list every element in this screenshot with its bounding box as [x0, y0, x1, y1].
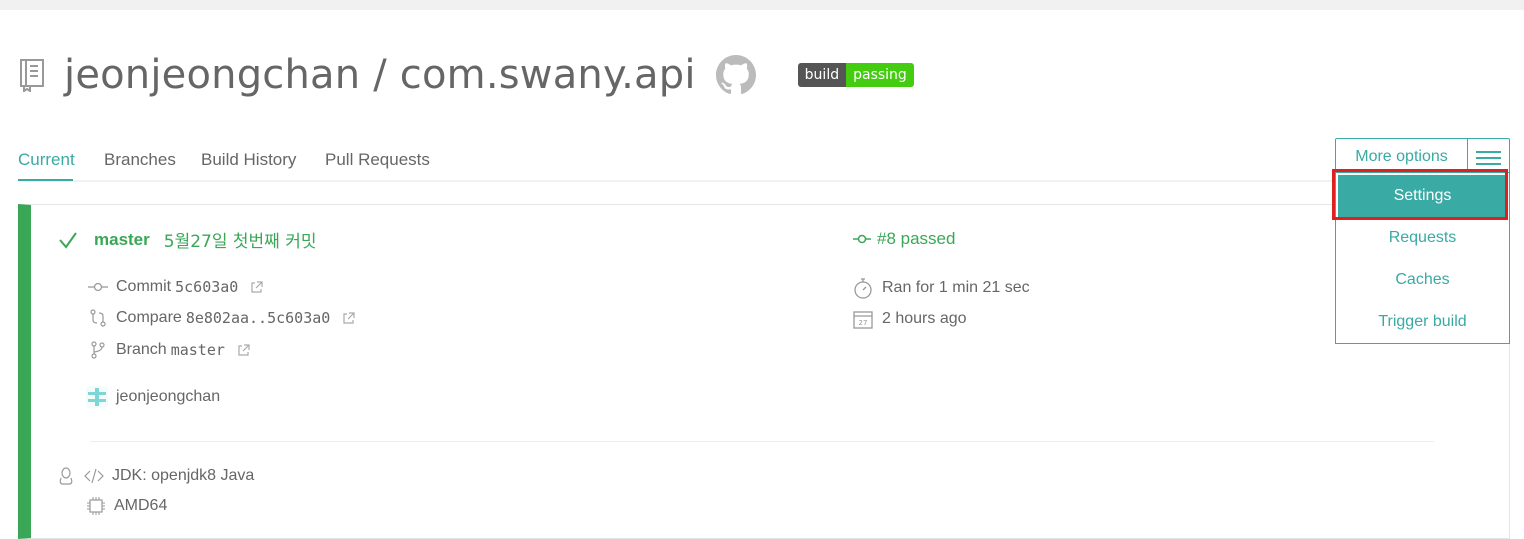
- tab-bar: Current Branches Build History Pull Requ…: [18, 140, 1510, 182]
- branch-row: Branch master: [88, 340, 250, 360]
- commit-hash-link[interactable]: 5c603a0: [175, 278, 238, 296]
- repo-header: jeonjeongchan / com.swany.api build pass…: [18, 50, 914, 100]
- repository-icon: [18, 58, 46, 93]
- badge-label: build: [797, 63, 847, 87]
- finished-time: 2 hours ago: [882, 310, 967, 327]
- commit-label: Commit: [116, 278, 172, 295]
- author-name: jeonjeongchan: [116, 388, 221, 405]
- compare-range-link[interactable]: 8e802aa..5c603a0: [186, 309, 331, 327]
- build-status-badge[interactable]: build passing: [797, 63, 914, 87]
- jdk-info: JDK: openjdk8 Java: [112, 467, 255, 484]
- check-icon: [59, 231, 77, 249]
- github-icon[interactable]: [715, 55, 756, 95]
- author-row: jeonjeongchan: [86, 386, 220, 408]
- cpu-icon: [87, 497, 105, 515]
- stopwatch-icon: [854, 278, 872, 299]
- code-icon: [84, 468, 104, 484]
- commit-icon: [88, 282, 108, 292]
- linux-icon: [59, 467, 73, 485]
- branch-icon: [91, 341, 105, 359]
- branch-label: Branch: [116, 341, 167, 358]
- arch-row: AMD64: [86, 496, 167, 516]
- build-duration: Ran for 1 min 21 sec: [882, 279, 1030, 296]
- menu-item-caches[interactable]: Caches: [1336, 271, 1509, 289]
- compare-row: Compare 8e802aa..5c603a0: [88, 308, 355, 328]
- menu-item-trigger-build[interactable]: Trigger build: [1336, 313, 1509, 331]
- tab-build-history[interactable]: Build History: [201, 150, 296, 170]
- top-bar: [0, 0, 1524, 10]
- settings-highlight-box: [1332, 169, 1508, 220]
- arch-info: AMD64: [114, 497, 168, 514]
- branch-value-link[interactable]: master: [171, 341, 225, 359]
- external-link-icon[interactable]: [342, 311, 355, 325]
- current-build-card: master 5월27일 첫번째 커밋 #8 passed Commit 5c6…: [18, 204, 1510, 539]
- menu-item-requests[interactable]: Requests: [1336, 229, 1509, 247]
- avatar: [86, 386, 108, 408]
- build-title-row: master 5월27일 첫번째 커밋: [58, 227, 317, 252]
- build-number-status[interactable]: #8 passed: [853, 229, 955, 249]
- svg-text:27: 27: [859, 319, 868, 327]
- commit-row: Commit 5c603a0: [88, 277, 263, 297]
- card-divider: [90, 441, 1434, 442]
- build-commit-icon: [853, 234, 871, 244]
- tab-current[interactable]: Current: [18, 150, 75, 170]
- repo-title: jeonjeongchan / com.swany.api: [64, 52, 696, 98]
- branch-name-link[interactable]: master: [94, 230, 150, 250]
- external-link-icon[interactable]: [250, 280, 263, 294]
- duration-row: Ran for 1 min 21 sec: [852, 277, 1030, 299]
- jdk-row: JDK: openjdk8 Java: [56, 466, 254, 486]
- tab-pull-requests[interactable]: Pull Requests: [325, 150, 430, 170]
- calendar-icon: 27: [853, 311, 873, 329]
- commit-message: 5월27일 첫번째 커밋: [163, 232, 317, 252]
- active-tab-indicator: [18, 179, 73, 181]
- compare-icon: [90, 309, 106, 327]
- badge-status: passing: [846, 63, 914, 87]
- tab-branches[interactable]: Branches: [104, 150, 176, 170]
- compare-label: Compare: [116, 309, 182, 326]
- finished-row: 27 2 hours ago: [852, 308, 967, 330]
- external-link-icon[interactable]: [237, 343, 250, 357]
- build-status-text: #8 passed: [877, 229, 956, 248]
